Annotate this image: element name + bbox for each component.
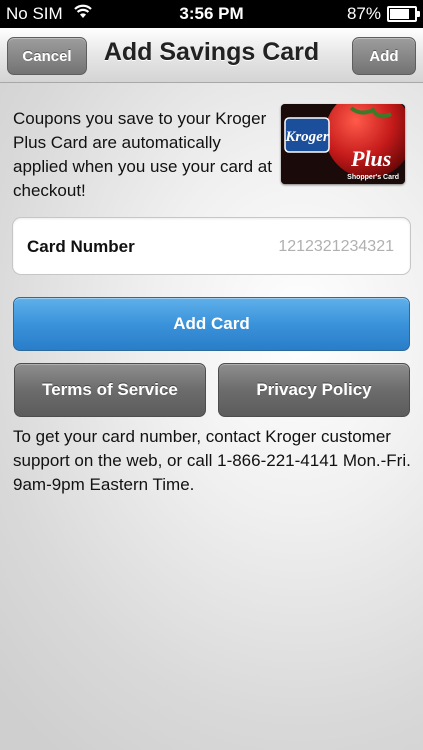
navigation-bar: Add Savings Card Cancel Add	[0, 28, 423, 83]
kroger-plus-card-image: Kroger Plus Shopper's Card	[281, 104, 405, 184]
battery-percent: 87%	[346, 4, 381, 23]
card-number-input[interactable]	[202, 235, 396, 259]
shoppers-card-text: Shopper's Card	[347, 174, 399, 181]
plus-logo-text: Plus	[350, 146, 391, 171]
intro-text: Coupons you save to your Kroger Plus Car…	[13, 109, 272, 200]
support-info-text: To get your card number, contact Kroger …	[13, 427, 411, 494]
add-card-button[interactable]: Add Card	[13, 297, 410, 351]
kroger-logo-text: Kroger	[284, 129, 329, 145]
add-button[interactable]: Add	[352, 37, 416, 75]
terms-of-service-button[interactable]: Terms of Service	[14, 363, 206, 417]
card-number-label: Card Number	[27, 237, 135, 256]
card-number-field[interactable]: Card Number	[12, 217, 411, 275]
privacy-policy-button[interactable]: Privacy Policy	[218, 363, 410, 417]
cancel-button[interactable]: Cancel	[7, 37, 87, 75]
battery-icon	[387, 6, 420, 22]
status-bar: No SIM 3:56 PM 87%	[0, 0, 423, 28]
